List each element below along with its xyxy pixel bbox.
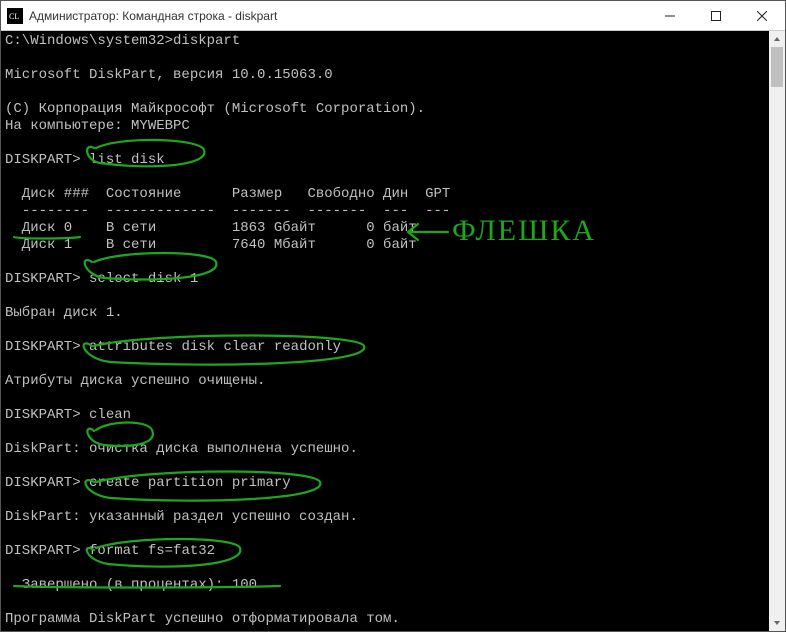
cmd-icon: CL [7, 8, 23, 24]
table-row: Диск 0 В сети 1863 Gбайт 0 байт [5, 220, 417, 236]
vertical-scrollbar[interactable] [769, 31, 785, 631]
table-divider: -------- ------------- ------- ------- -… [5, 203, 450, 219]
scroll-down-button[interactable] [769, 615, 785, 631]
svg-text:CL: CL [9, 12, 19, 21]
line: Microsoft DiskPart, версия 10.0.15063.0 [5, 67, 333, 83]
scroll-thumb[interactable] [771, 47, 783, 87]
console-area[interactable]: C:\Windows\system32>diskpart Microsoft D… [1, 31, 785, 631]
command: attributes disk clear readonly [89, 339, 341, 355]
prompt: DISKPART> [5, 543, 81, 559]
window-controls [647, 1, 785, 30]
line: На компьютере: MYWEBPC [5, 118, 190, 134]
line: Выбран диск 1. [5, 305, 123, 321]
maximize-button[interactable] [693, 1, 739, 30]
command: create partition primary [89, 475, 291, 491]
scroll-up-button[interactable] [769, 31, 785, 47]
prompt: DISKPART> [5, 152, 81, 168]
line: Программа DiskPart успешно отформатирова… [5, 611, 400, 627]
console-output: C:\Windows\system32>diskpart Microsoft D… [1, 31, 769, 631]
line: DiskPart: очистка диска выполнена успешн… [5, 441, 358, 457]
prompt: DISKPART> [5, 407, 81, 423]
titlebar[interactable]: CL Администратор: Командная строка - dis… [1, 1, 785, 31]
line: C:\Windows\system32>diskpart [5, 33, 240, 49]
command-prompt-window: CL Администратор: Командная строка - dis… [0, 0, 786, 632]
line: (C) Корпорация Майкрософт (Microsoft Cor… [5, 101, 425, 117]
line: Атрибуты диска успешно очищены. [5, 373, 265, 389]
line: Завершено (в процентах): 100 [5, 577, 257, 593]
scroll-track[interactable] [769, 47, 785, 615]
table-header: Диск ### Состояние Размер Свободно Дин G… [5, 186, 450, 202]
command: clean [89, 407, 131, 423]
prompt: DISKPART> [5, 475, 81, 491]
minimize-button[interactable] [647, 1, 693, 30]
command: list disk [89, 152, 165, 168]
command: format fs=fat32 [89, 543, 215, 559]
window-title: Администратор: Командная строка - diskpa… [29, 9, 647, 23]
line: DiskPart: указанный раздел успешно созда… [5, 509, 358, 525]
close-button[interactable] [739, 1, 785, 30]
prompt: DISKPART> [5, 339, 81, 355]
command: select disk 1 [89, 271, 198, 287]
prompt: DISKPART> [5, 271, 81, 287]
table-row: Диск 1 В сети 7640 Mбайт 0 байт [5, 237, 417, 253]
